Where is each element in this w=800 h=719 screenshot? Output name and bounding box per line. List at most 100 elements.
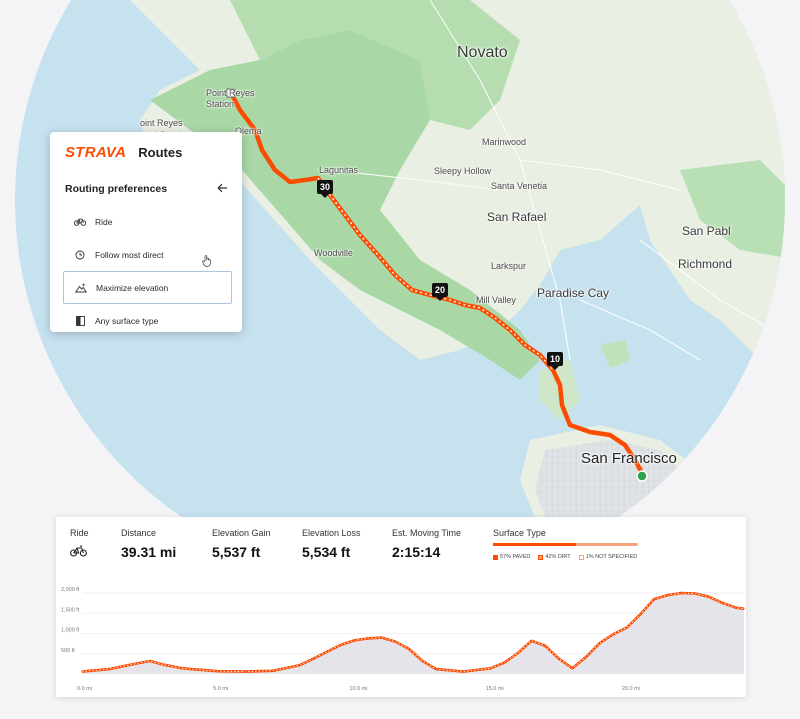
elevation-point (639, 613, 642, 615)
elevation-point (135, 662, 138, 665)
x-tick-label: 0.0 mi (77, 686, 92, 692)
elevation-point (503, 662, 505, 664)
routing-preferences-title: Routing preferences (65, 183, 168, 195)
activity-label: Ride (70, 528, 89, 538)
elevation-point (217, 670, 219, 672)
elevation-point (680, 592, 682, 594)
surface-type-bar (493, 543, 638, 546)
surface-segment-1 (575, 543, 637, 546)
option-label: Follow most direct (95, 249, 164, 260)
place-novato: Novato (457, 44, 508, 61)
bike-icon (70, 544, 89, 562)
x-axis-ticks: 0.0 mi 5.0 mi 10.0 mi 15.0 mi 20.0 mi (77, 686, 640, 692)
elevation-gain-value: 5,537 ft (212, 544, 261, 560)
option-follow-most-direct[interactable]: Follow most direct (50, 238, 242, 271)
routes-panel: STRAVA Routes Routing preferences Ride F… (50, 132, 242, 332)
x-tick-label: 10.0 mi (349, 686, 367, 692)
legend-not-specified-text: 1% NOT SPECIFIED (585, 554, 638, 560)
route-stats-panel: Ride Distance 39.31 mi Elevation Gain 5,… (56, 517, 746, 697)
elevation-point (558, 658, 560, 660)
elevation-point (340, 644, 342, 646)
elevation-point (612, 633, 614, 635)
elevation-point (244, 671, 247, 673)
elevation-point (108, 668, 110, 670)
place-richmond: Richmond (678, 257, 733, 271)
elevation-loss-value: 5,534 ft (302, 544, 351, 560)
y-tick-label: 1,000 ft (61, 628, 80, 634)
moving-time-value: 2:15:14 (392, 544, 441, 560)
elevation-point (721, 602, 723, 604)
y-axis-ticks: 500 ft 1,000 ft 1,500 ft 2,000 ft (61, 587, 80, 654)
elevation-loss-label: Elevation Loss (302, 528, 361, 538)
place-san-rafael: San Rafael (487, 210, 547, 224)
route-end-icon (636, 470, 648, 482)
place-woodville: Woodville (314, 248, 353, 258)
surface-segment-2 (636, 543, 638, 546)
mile-marker-20[interactable]: 20 (431, 283, 449, 301)
surface-icon (74, 315, 86, 326)
elevation-point (667, 594, 669, 596)
option-ride[interactable]: Ride (50, 205, 242, 238)
elevation-point (708, 596, 710, 598)
y-tick-label: 2,000 ft (61, 587, 80, 593)
preference-options: Ride Follow most direct Maximize elevati… (50, 205, 242, 337)
strava-logo[interactable]: STRAVA (65, 144, 126, 161)
elevation-point (626, 626, 628, 629)
option-label: Ride (95, 216, 113, 227)
option-any-surface-type[interactable]: Any surface type (50, 304, 242, 337)
mile-marker-10[interactable]: 10 (546, 352, 564, 370)
legend-paved-text: 57% PAVED (500, 554, 531, 560)
place-santa-venetia: Santa Venetia (491, 181, 548, 191)
mile-marker-30[interactable]: 30 (316, 180, 334, 198)
mountain-icon (75, 283, 87, 293)
x-tick-label: 5.0 mi (213, 686, 228, 692)
elevation-point (408, 648, 410, 650)
place-marinwood: Marinwood (482, 137, 527, 147)
elevation-point (571, 667, 574, 669)
place-sleepy-hollow: Sleepy Hollow (434, 166, 492, 176)
elevation-point (326, 651, 328, 653)
legend-dirt-text: 42% DIRT (545, 554, 571, 560)
legend-not-specified: 1% NOT SPECIFIED (578, 554, 638, 560)
dirt-swatch (538, 554, 544, 560)
elevation-profile-chart[interactable]: 500 ft 1,000 ft 1,500 ft 2,000 ft 0.0 mi 5.0… (56, 577, 746, 695)
stat-activity[interactable]: Ride (70, 528, 89, 562)
surface-type-label: Surface Type (493, 528, 546, 538)
y-tick-label: 1,500 ft (61, 607, 80, 613)
distance-label: Distance (121, 528, 157, 538)
stat-moving-time: Est. Moving Time 2:15:14 (392, 528, 461, 560)
clock-icon (74, 250, 86, 260)
elevation-point (81, 671, 83, 673)
place-larkspur: Larkspur (491, 261, 527, 271)
elevation-gain-label: Elevation Gain (212, 528, 271, 538)
x-tick-label: 15.0 mi (486, 686, 504, 692)
place-san-francisco: San Francisco (581, 450, 677, 467)
elevation-point (149, 660, 151, 662)
elevation-point (190, 668, 192, 670)
distance-value: 39.31 mi (121, 544, 177, 560)
arrow-left-icon[interactable] (217, 182, 228, 196)
not-specified-swatch (578, 554, 584, 560)
option-maximize-elevation[interactable]: Maximize elevation (63, 271, 232, 304)
x-tick-label: 20.0 mi (622, 686, 640, 692)
surface-segment-0 (493, 543, 576, 546)
routing-preferences-header: Routing preferences (50, 181, 242, 197)
elevation-point (735, 607, 737, 609)
panel-title: Routes (138, 144, 183, 160)
elevation-point (585, 656, 587, 658)
moving-time-label: Est. Moving Time (392, 528, 462, 538)
option-label: Any surface type (95, 315, 159, 326)
option-label: Maximize elevation (96, 282, 169, 293)
elevation-point (381, 637, 383, 639)
bike-icon (74, 217, 86, 226)
cursor-hand-icon (201, 254, 212, 269)
elevation-point (179, 667, 181, 669)
elevation-point (367, 637, 369, 639)
surface-legend: 57% PAVED 42% DIRT 1% NOT SPECIFIED (493, 554, 637, 560)
place-mill-valley: Mill Valley (476, 295, 516, 305)
stat-elevation-gain: Elevation Gain 5,537 ft (212, 528, 271, 560)
stat-surface-type[interactable]: Surface Type (493, 528, 638, 546)
elevation-point (743, 608, 745, 610)
legend-paved: 57% PAVED (493, 554, 530, 560)
panel-header: STRAVA Routes (50, 132, 242, 163)
